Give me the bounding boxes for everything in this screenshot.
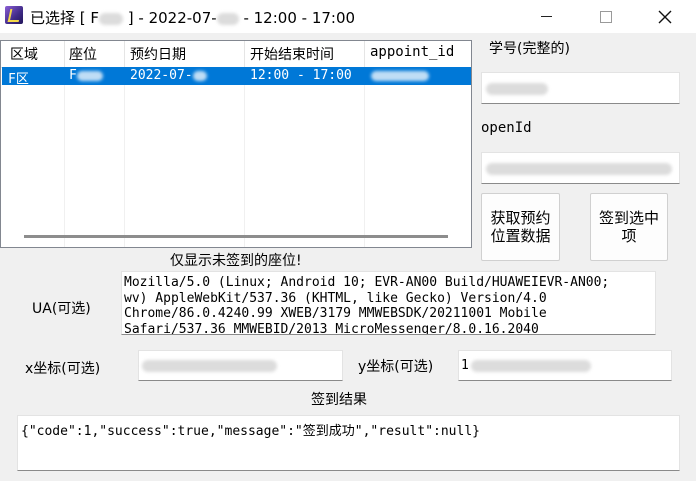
title-mid: ] - 2022-07- <box>123 9 217 27</box>
y-coord-value: 1 <box>461 358 469 373</box>
student-id-input[interactable] <box>481 72 680 104</box>
sign-in-selected-button[interactable]: 签到选中项 <box>590 193 668 261</box>
redacted-date <box>216 12 239 25</box>
cell-time: 12:00 - 17:00 <box>250 68 352 83</box>
fetch-appointments-button[interactable]: 获取预约 位置数据 <box>481 193 560 261</box>
x-coord-input[interactable] <box>138 350 343 381</box>
x-coord-label: x坐标(可选) <box>25 361 101 377</box>
title-prefix: 已选择 [ F <box>30 9 100 27</box>
app-icon <box>5 6 23 24</box>
minimize-button[interactable] <box>523 0 569 33</box>
student-id-label: 学号(完整的) <box>489 41 570 57</box>
title-suffix: - 12:00 - 17:00 <box>238 9 356 27</box>
cell-seat: F <box>69 68 103 83</box>
cell-date: 2022-07- <box>130 68 207 83</box>
table-header: 区域 座位 预约日期 开始结束时间 appoint_id <box>1 41 471 68</box>
close-icon <box>658 10 672 23</box>
redacted-seat <box>99 12 124 25</box>
unsigned-only-note: 仅显示未签到的座位! <box>170 253 302 269</box>
close-button[interactable] <box>642 0 688 33</box>
y-coord-input[interactable]: 1 <box>458 350 672 381</box>
y-coord-label: y坐标(可选) <box>358 359 434 375</box>
appointment-table[interactable]: 区域 座位 预约日期 开始结束时间 appoint_id F区 F 2022-0… <box>0 40 472 248</box>
result-textbox[interactable]: {"code":1,"success":true,"message":"签到成功… <box>17 415 680 471</box>
column-header-time[interactable]: 开始结束时间 <box>250 44 334 64</box>
minimize-icon <box>540 16 552 17</box>
column-header-seat[interactable]: 座位 <box>69 44 97 64</box>
column-header-date[interactable]: 预约日期 <box>130 44 186 64</box>
ua-label: UA(可选) <box>32 301 91 317</box>
scrollbar-thumb[interactable] <box>24 235 448 238</box>
fetch-label-line1: 获取预约 <box>490 209 551 227</box>
table-row[interactable]: F区 F 2022-07- 12:00 - 17:00 <box>2 67 471 87</box>
openid-label: openId <box>481 120 532 136</box>
signin-label-line1: 签到选中 <box>598 209 659 227</box>
cell-area: F区 <box>8 72 29 87</box>
column-header-area[interactable]: 区域 <box>10 44 38 64</box>
maximize-button[interactable] <box>583 0 629 33</box>
window-title: 已选择 [ F ] - 2022-07- - 12:00 - 17:00 <box>30 7 355 28</box>
result-heading: 签到结果 <box>311 392 367 408</box>
cell-appoint-id <box>371 68 429 83</box>
openid-input[interactable] <box>481 152 680 184</box>
maximize-icon <box>600 10 612 23</box>
ua-textbox[interactable]: Mozilla/5.0 (Linux; Android 10; EVR-AN00… <box>121 271 656 335</box>
signin-label-line2: 项 <box>621 227 637 245</box>
column-header-appoint-id[interactable]: appoint_id <box>370 44 454 60</box>
fetch-label-line2: 位置数据 <box>490 227 551 245</box>
